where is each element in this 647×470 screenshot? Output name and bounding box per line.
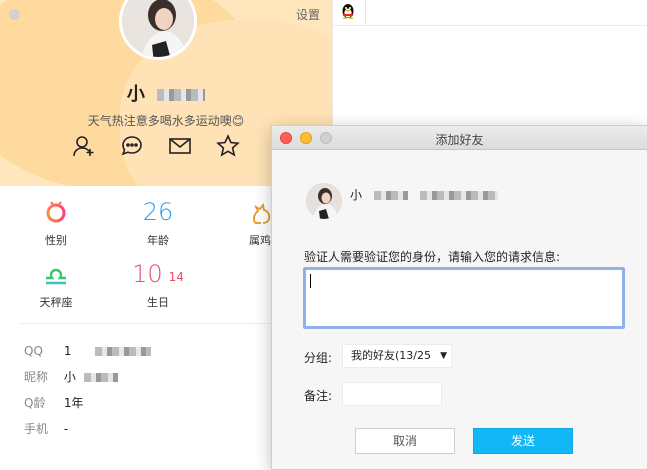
age-value: 26 [118, 198, 198, 226]
info-key: Q龄 [24, 396, 46, 410]
verify-message-input[interactable] [303, 267, 625, 329]
group-label: 分组: [304, 351, 333, 365]
tag-label: 性别 [45, 234, 67, 247]
age-number: 26 [142, 198, 174, 226]
mail-icon[interactable] [168, 134, 192, 158]
nickname-blur [157, 89, 206, 101]
text-caret [310, 274, 311, 288]
window-close-dot[interactable] [9, 9, 20, 20]
info-value: - [63, 422, 69, 436]
add-friend-dialog: 添加好友 小 验证人需要验证您的身份，请输入您的请求信息: 分组: 我的好友(1… [271, 125, 647, 470]
info-qq: QQ 1 [24, 344, 152, 358]
tag-constellation: 天秤座 [16, 260, 96, 310]
group-select-value: 我的好友(13/25 [351, 349, 431, 362]
birthday-month: 10 [132, 260, 163, 288]
dialog-titlebar[interactable]: 添加好友 [272, 126, 647, 150]
tag-age: 26 年龄 [118, 198, 198, 248]
qq-number-blur [95, 347, 152, 356]
info-key: 手机 [24, 422, 49, 436]
info-key: QQ [24, 344, 43, 358]
info-phone: 手机 - [24, 420, 68, 437]
send-button[interactable]: 发送 [473, 428, 573, 454]
dialog-title: 添加好友 [435, 133, 484, 147]
birthday-value: 10 14 [118, 260, 198, 288]
remark-input[interactable] [342, 382, 442, 406]
nickname-value-blur [83, 373, 118, 382]
tag-label: 生日 [147, 296, 169, 309]
cancel-button[interactable]: 取消 [355, 428, 455, 454]
libra-icon [16, 260, 96, 288]
tag-birthday: 10 14 生日 [118, 260, 198, 310]
message-icon[interactable] [120, 134, 144, 158]
friend-id-blur [419, 191, 498, 200]
friend-name: 小 [350, 186, 498, 203]
add-friend-icon[interactable] [72, 134, 96, 158]
tag-gender: 性别 [16, 198, 96, 248]
star-icon[interactable] [216, 134, 240, 158]
profile-nickname: 小 [0, 80, 332, 106]
info-nickname: 昵称 小 [24, 368, 118, 385]
chat-tab-bar [333, 0, 647, 26]
profile-actions [72, 134, 240, 158]
nickname-text: 小 [126, 84, 145, 105]
info-key: 昵称 [24, 370, 49, 384]
verify-prompt: 验证人需要验证您的身份，请输入您的请求信息: [304, 250, 561, 264]
chevron-down-icon: ▼ [440, 351, 447, 361]
tag-label: 年龄 [147, 234, 169, 247]
info-value: 小 [63, 370, 76, 384]
friend-name-text: 小 [350, 188, 363, 202]
info-value: 1 [63, 344, 72, 358]
friend-name-blur [373, 191, 408, 200]
settings-link[interactable]: 设置 [296, 6, 320, 23]
friend-avatar [306, 183, 342, 219]
birthday-day: 14 [168, 270, 184, 284]
female-gender-icon [16, 198, 96, 226]
tab-separator [365, 0, 366, 24]
group-select[interactable]: 我的好友(13/25 ▼ [342, 344, 452, 368]
info-qq-age: Q龄 1年 [24, 394, 83, 411]
info-value: 1年 [63, 396, 84, 410]
tag-label: 天秤座 [39, 296, 73, 309]
qq-penguin-icon[interactable] [341, 3, 355, 23]
remark-label: 备注: [304, 389, 333, 403]
